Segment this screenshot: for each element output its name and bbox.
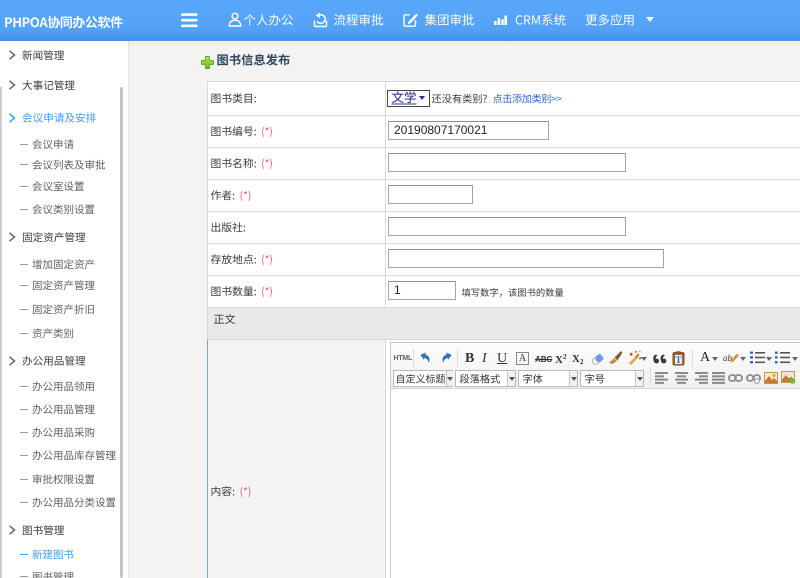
svg-text:T: T <box>675 355 681 365</box>
